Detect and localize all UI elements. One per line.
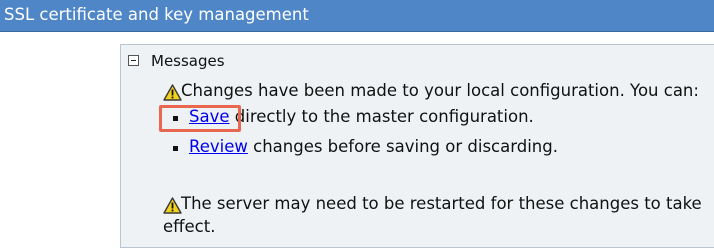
review-link[interactable]: Review xyxy=(189,137,248,156)
page-title: SSL certificate and key management xyxy=(4,5,309,24)
warning-icon xyxy=(163,197,182,214)
messages-heading: Messages xyxy=(151,52,225,70)
restart-notice-text: The server may need to be restarted for … xyxy=(181,194,702,213)
save-item-text: directly to the master configuration. xyxy=(229,107,534,126)
list-item-review: Review changes before saving or discardi… xyxy=(189,136,558,158)
changes-made-text: Changes have been made to your local con… xyxy=(181,81,699,100)
collapse-messages-button[interactable] xyxy=(128,55,139,66)
restart-notice-text-cont: effect. xyxy=(163,217,216,236)
bullet-marker xyxy=(173,146,178,151)
review-item-text: changes before saving or discarding. xyxy=(247,137,558,156)
warning-icon xyxy=(163,84,182,101)
messages-panel: Messages Changes have been made to your … xyxy=(120,44,714,248)
save-highlight-annotation xyxy=(159,105,241,132)
page-header-bar: SSL certificate and key management xyxy=(0,0,714,32)
